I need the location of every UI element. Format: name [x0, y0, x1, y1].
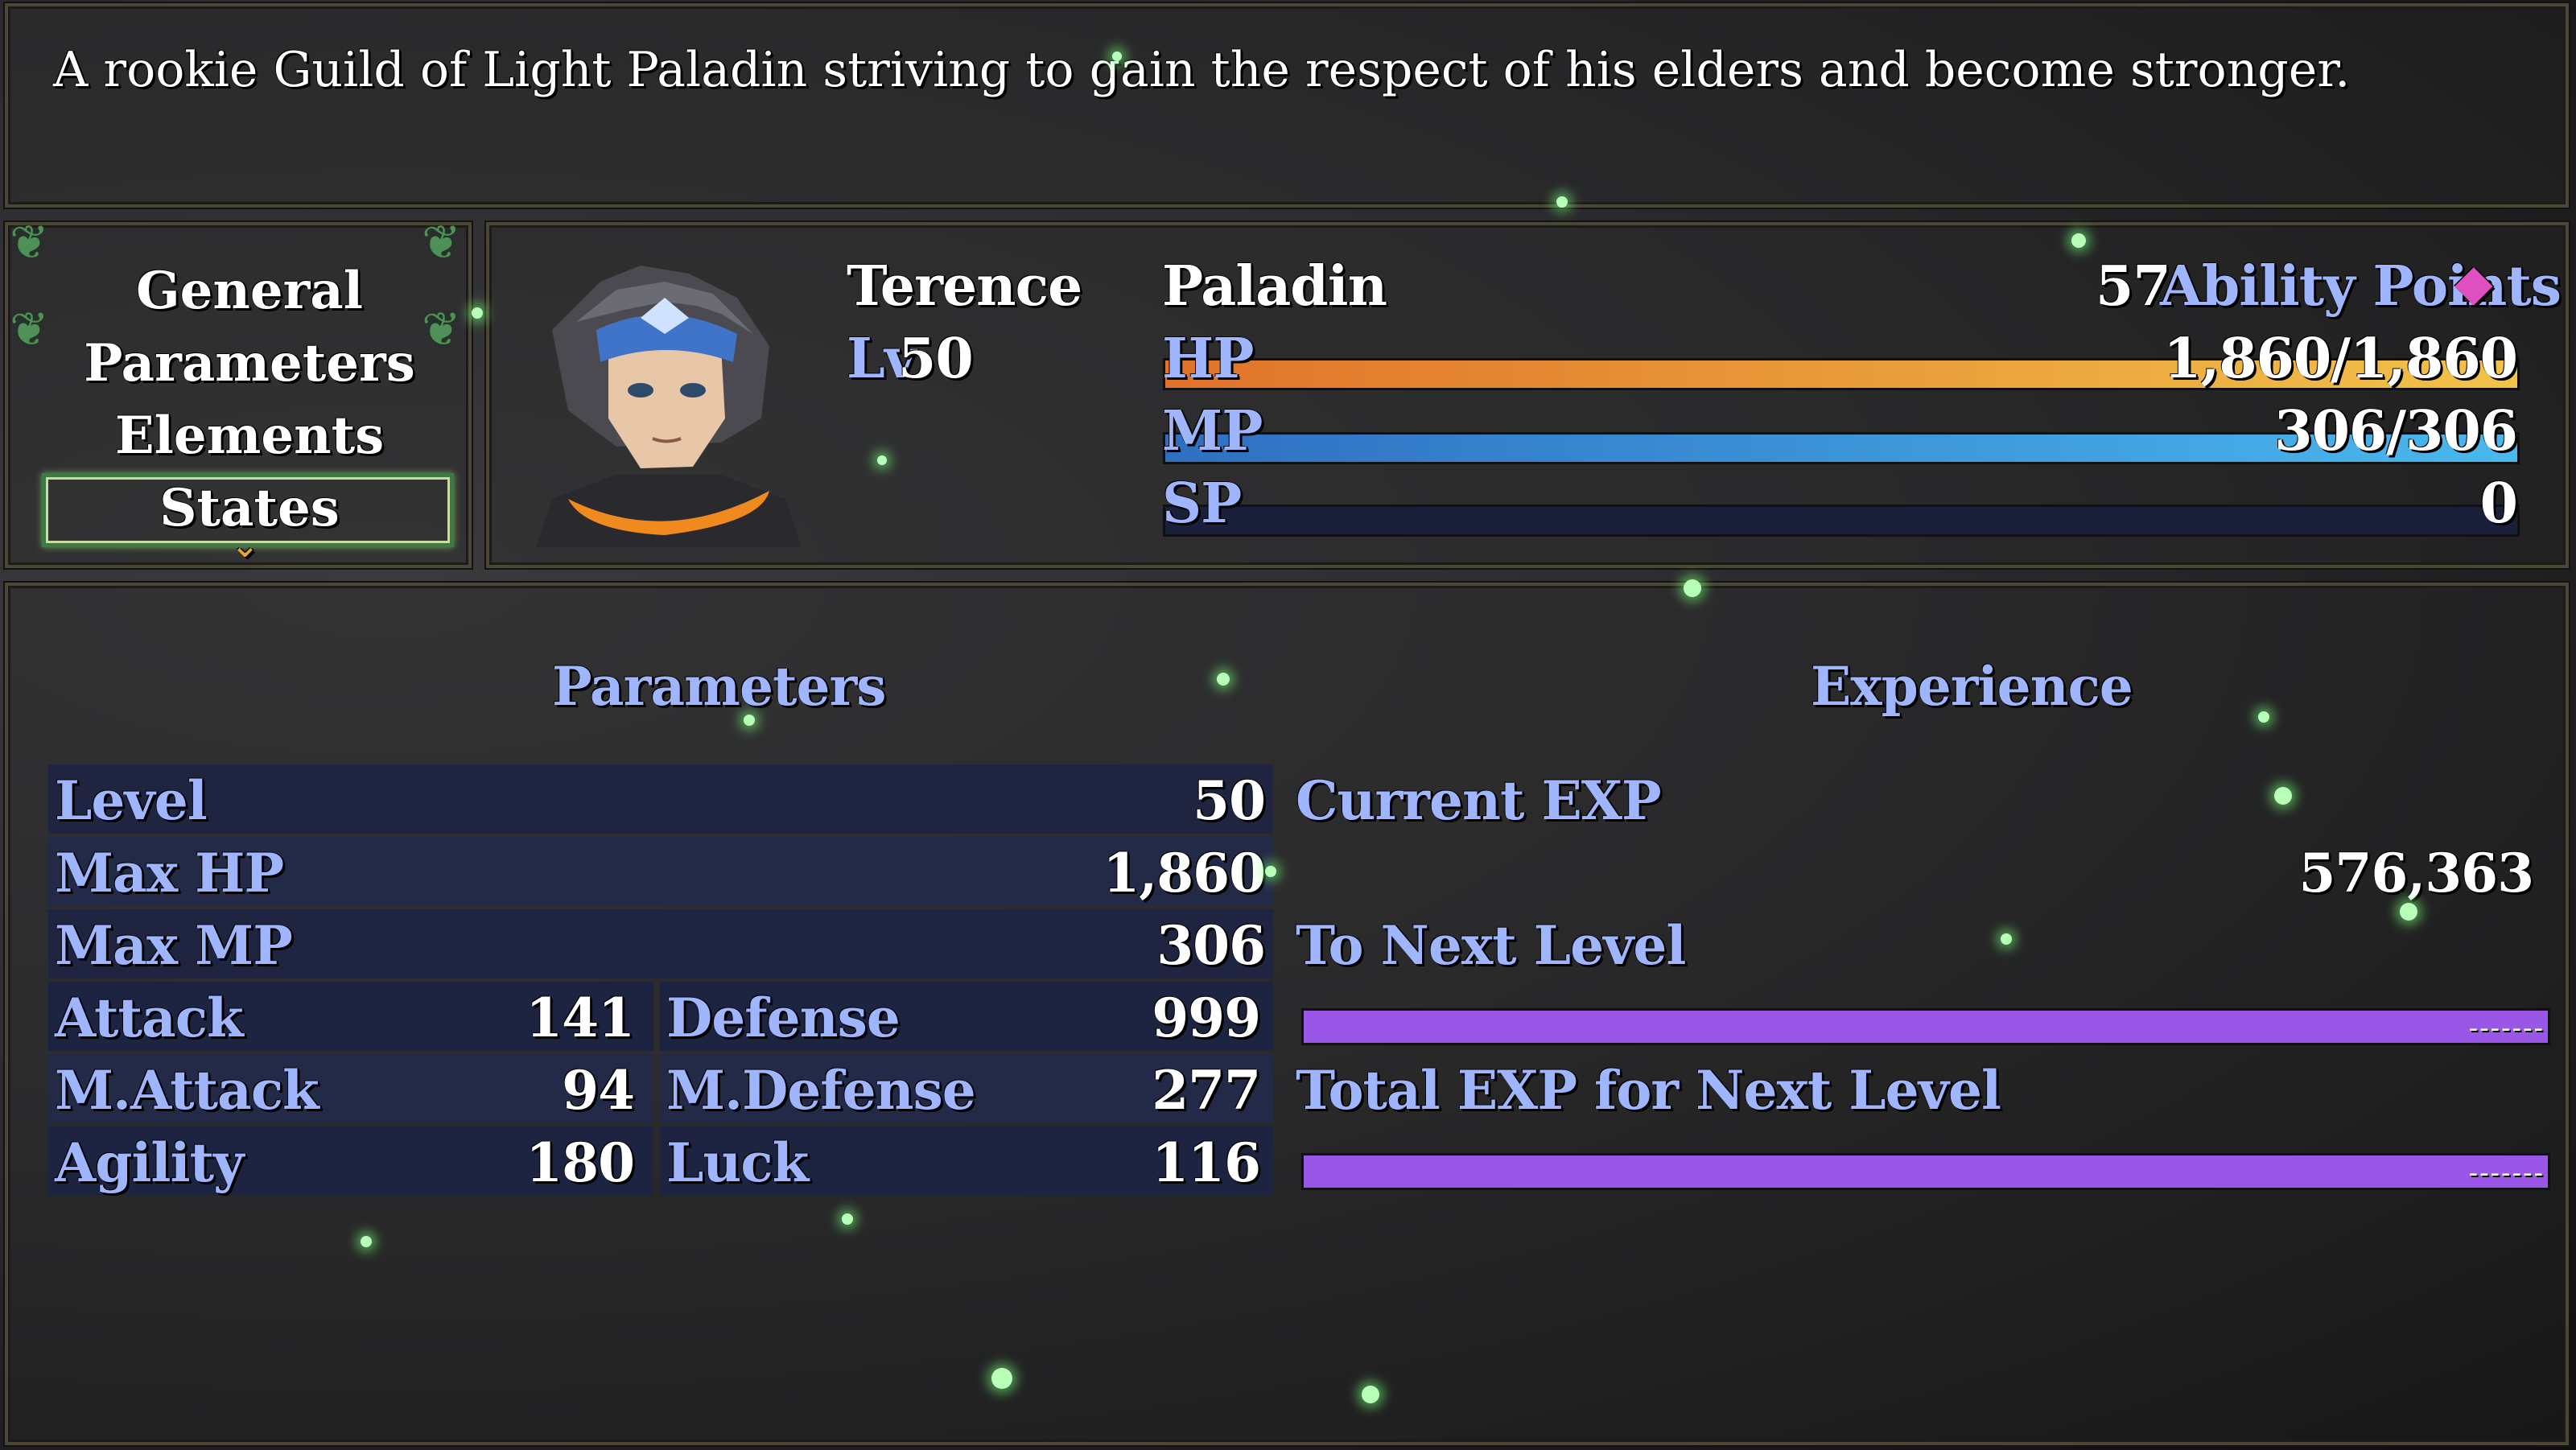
sp-value: 0 [2479, 472, 2518, 536]
param-label-m-defense: M.Defense [666, 1059, 976, 1122]
param-row-level: Level 50 [48, 764, 1273, 834]
param-value-m-defense: 277 [1152, 1059, 1261, 1122]
param-value: 50 [1193, 769, 1266, 832]
param-row-max-mp: Max MP 306 [48, 909, 1273, 978]
parameters-heading: Parameters [552, 655, 886, 718]
menu-item-parameters[interactable]: Parameters [32, 333, 467, 393]
actor-status-window: Terence Lv 50 Paladin 57 Ability Points … [486, 222, 2569, 568]
particle-orb [2274, 787, 2292, 805]
total-exp-gauge: ------- [1304, 1155, 2548, 1189]
ornament-corner-top-right-icon: ❦ [422, 215, 461, 270]
ability-points-label: Ability Points [2160, 254, 2562, 319]
particle-orb [2071, 233, 2086, 248]
particle-orb [472, 307, 483, 319]
particle-orb [2258, 711, 2269, 723]
to-next-level-label: To Next Level [1296, 914, 1686, 977]
particle-orb [1362, 1386, 1379, 1403]
param-label-m-attack: M.Attack [55, 1059, 319, 1122]
total-exp-value: ------- [2468, 1157, 2545, 1189]
help-text: A rookie Guild of Light Paladin striving… [53, 42, 2351, 98]
particle-orb [842, 1213, 853, 1225]
particle-orb [361, 1236, 372, 1247]
command-menu-window: ❦ ❦ ❦ ❦ General Parameters Elements Stat… [5, 215, 472, 568]
ornament-corner-top-left-icon: ❦ [10, 215, 49, 270]
param-value-luck: 116 [1152, 1131, 1261, 1194]
to-next-level-value: ------- [2468, 1012, 2545, 1044]
mp-value: 306/306 [2274, 399, 2518, 463]
particle-orb [744, 715, 755, 726]
menu-item-elements[interactable]: Elements [32, 406, 467, 466]
param-value-attack: 141 [526, 987, 635, 1049]
experience-heading: Experience [1811, 655, 2133, 718]
param-label: Level [55, 769, 208, 832]
scroll-down-arrow-icon[interactable]: ⌄ [230, 525, 260, 566]
param-value-m-attack: 94 [562, 1059, 635, 1122]
actor-portrait [536, 266, 802, 547]
param-label: Max MP [55, 914, 293, 977]
particle-orb [1112, 51, 1122, 61]
to-next-level-gauge: ------- [1304, 1011, 2548, 1044]
sp-label: SP [1162, 472, 1242, 536]
total-exp-label: Total EXP for Next Level [1296, 1059, 2001, 1122]
actor-level-value: 50 [898, 327, 974, 391]
param-label-agility: Agility [55, 1131, 244, 1194]
hp-label: HP [1162, 327, 1254, 391]
menu-item-general[interactable]: General [32, 261, 467, 321]
param-value-defense: 999 [1152, 987, 1261, 1049]
particle-orb [2001, 933, 2012, 945]
param-value: 306 [1156, 914, 1266, 977]
particle-orb [1556, 196, 1568, 208]
hp-value: 1,860/1,860 [2163, 327, 2518, 391]
particle-orb [991, 1368, 1012, 1389]
help-window: A rookie Guild of Light Paladin striving… [5, 3, 2569, 208]
current-exp-value: 576,363 [2298, 842, 2534, 904]
particle-orb [1217, 673, 1230, 686]
mp-label: MP [1162, 399, 1263, 463]
param-label: Max HP [55, 842, 284, 904]
particle-orb [2400, 903, 2417, 921]
param-label-attack: Attack [55, 987, 244, 1049]
actor-name: Terence [847, 254, 1082, 319]
ability-points-diamond-icon: ◆ [2454, 253, 2493, 311]
param-value-agility: 180 [526, 1131, 635, 1194]
particle-orb [877, 455, 887, 465]
param-value: 1,860 [1103, 842, 1266, 904]
param-label-defense: Defense [666, 987, 901, 1049]
current-exp-label: Current EXP [1296, 769, 1662, 832]
detail-window: Parameters Experience Level 50 Max HP 1,… [5, 583, 2569, 1445]
particle-orb [1684, 579, 1701, 597]
sp-gauge [1165, 507, 2517, 534]
param-row-max-hp: Max HP 1,860 [48, 837, 1273, 906]
param-label-luck: Luck [666, 1131, 809, 1194]
particle-orb [1265, 866, 1276, 877]
actor-class: Paladin [1162, 254, 1387, 319]
ability-points-value: 57 [2096, 254, 2171, 319]
